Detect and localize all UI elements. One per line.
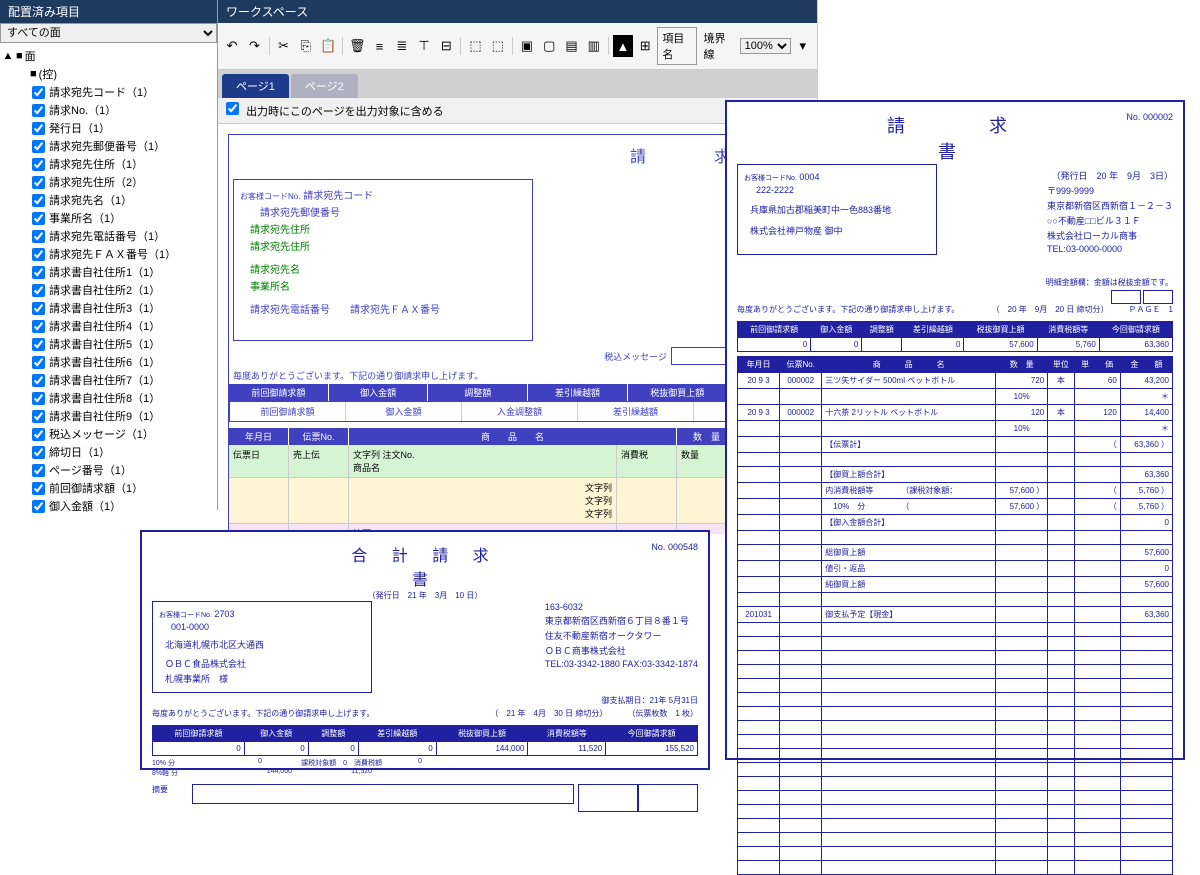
item-checkbox[interactable] <box>32 266 45 279</box>
face-dropdown[interactable]: すべての面 <box>0 23 217 43</box>
tree-item[interactable]: 請求書自社住所2（1） <box>2 281 215 299</box>
item-checkbox[interactable] <box>32 86 45 99</box>
item-checkbox[interactable] <box>32 122 45 135</box>
item-checkbox[interactable] <box>32 176 45 189</box>
item-checkbox[interactable] <box>32 464 45 477</box>
item-checkbox[interactable] <box>32 428 45 441</box>
item-checkbox[interactable] <box>32 320 45 333</box>
collapse-icon[interactable]: ▲ <box>2 50 14 62</box>
page-tabs: ページ1 ページ2 <box>218 70 817 98</box>
tree-item[interactable]: 請求書自社住所9（1） <box>2 407 215 425</box>
paste-icon[interactable]: 📋 <box>318 35 338 57</box>
detail-table: 年月日伝票No.商 品 名数 量単位単 価金 額 20 9 3000002三ツ矢… <box>737 356 1173 875</box>
item-name-toggle[interactable]: 項目名 <box>657 27 697 65</box>
tree-root[interactable]: ▲ ■ 面 <box>2 47 215 65</box>
zoom-select[interactable]: 100% <box>740 38 791 54</box>
grid-icon[interactable]: ⊞ <box>635 35 655 57</box>
workspace-title: ワークスペース <box>218 0 817 23</box>
placed-items-panel: 配置済み項目 すべての面 ▲ ■ 面 ■(控) 請求宛先コード（1）請求No.（… <box>0 0 218 510</box>
tree-item[interactable]: 請求宛先名（1） <box>2 191 215 209</box>
chevron-down-icon[interactable]: ▾ <box>793 35 813 57</box>
item-checkbox[interactable] <box>32 356 45 369</box>
distribute-icon[interactable]: ⊟ <box>436 35 456 57</box>
tab-page1[interactable]: ページ1 <box>222 74 289 98</box>
invoice-preview-summary: 合 計 請 求 書 （発行日 21 年 3月 10 日） No. 000548 … <box>140 530 710 770</box>
redo-icon[interactable]: ↷ <box>244 35 264 57</box>
include-page-checkbox[interactable] <box>226 102 239 115</box>
item-checkbox[interactable] <box>32 410 45 423</box>
item-checkbox[interactable] <box>32 500 45 513</box>
tree-item[interactable]: 請求書自社住所7（1） <box>2 371 215 389</box>
summary-table: 前回御請求額御入金額調整額差引繰越額税抜御買上額消費税額等今回御請求額 0005… <box>737 321 1173 352</box>
item-checkbox[interactable] <box>32 230 45 243</box>
customer-address: お客様コードNo. 2703 001-0000 北海道札幌市北区大通西 ＯＢＣ食… <box>152 601 372 693</box>
panel-title: 配置済み項目 <box>0 0 217 23</box>
note-box <box>192 784 574 804</box>
tree-item[interactable]: 請求書自社住所4（1） <box>2 317 215 335</box>
item-checkbox[interactable] <box>32 338 45 351</box>
item-checkbox[interactable] <box>32 392 45 405</box>
tree-item[interactable]: 請求宛先コード（1） <box>2 83 215 101</box>
item-checkbox[interactable] <box>32 284 45 297</box>
tree-item[interactable]: 請求書自社住所5（1） <box>2 335 215 353</box>
tree-item[interactable]: 請求宛先ＦＡＸ番号（1） <box>2 245 215 263</box>
border-label: 境界線 <box>699 30 737 62</box>
tree-item[interactable]: 請求書自社住所6（1） <box>2 353 215 371</box>
tree-item[interactable]: 発行日（1） <box>2 119 215 137</box>
toolbar: ↶ ↷ ✂ ⎘ 📋 🗑 ≡ ≣ ⊤ ⊟ ⬚ ⬚ ▣ ▢ ▤ ▥ ▲ ⊞ 項目名 … <box>218 23 817 70</box>
item-tree: ▲ ■ 面 ■(控) 請求宛先コード（1）請求No.（1）発行日（1）請求宛先郵… <box>0 43 217 513</box>
copy-icon[interactable]: ⎘ <box>296 35 316 57</box>
cut-icon[interactable]: ✂ <box>273 35 293 57</box>
item-checkbox[interactable] <box>32 140 45 153</box>
item-checkbox[interactable] <box>32 446 45 459</box>
align-left-icon[interactable]: ≡ <box>369 35 389 57</box>
sender-address: 163-6032 東京都新宿区西新宿６丁目８番１号 住友不動産新宿オークタワー … <box>545 601 698 693</box>
tree-item[interactable]: 請求書自社住所3（1） <box>2 299 215 317</box>
tree-item[interactable]: 事業所名（1） <box>2 209 215 227</box>
width-icon[interactable]: ⬚ <box>465 35 485 57</box>
item-checkbox[interactable] <box>32 302 45 315</box>
tree-item[interactable]: 御入金額（1） <box>2 497 215 513</box>
forward-icon[interactable]: ▤ <box>561 35 581 57</box>
height-icon[interactable]: ⬚ <box>488 35 508 57</box>
tree-item[interactable]: 締切日（1） <box>2 443 215 461</box>
delete-icon[interactable]: 🗑 <box>347 35 367 57</box>
item-checkbox[interactable] <box>32 482 45 495</box>
item-checkbox[interactable] <box>32 104 45 117</box>
item-checkbox[interactable] <box>32 374 45 387</box>
tree-item[interactable]: 税込メッセージ（1） <box>2 425 215 443</box>
align-top-icon[interactable]: ⊤ <box>414 35 434 57</box>
tree-item[interactable]: 請求宛先電話番号（1） <box>2 227 215 245</box>
tree-item[interactable]: 請求書自社住所1（1） <box>2 263 215 281</box>
customer-address: お客様コードNo. 0004 222-2222 兵庫県加古郡稲美町中一色883番… <box>737 164 937 255</box>
tree-sub: ■(控) <box>2 65 215 83</box>
undo-icon[interactable]: ↶ <box>222 35 242 57</box>
align-center-icon[interactable]: ≣ <box>392 35 412 57</box>
backward-icon[interactable]: ▥ <box>584 35 604 57</box>
address-box[interactable]: お客様コードNo. 請求宛先コード 請求宛先郵便番号 請求宛先住所 請求宛先住所… <box>233 179 533 341</box>
front-icon[interactable]: ▣ <box>517 35 537 57</box>
image-icon[interactable]: ▲ <box>613 35 633 57</box>
invoice-preview-detail: 請 求 書 No. 000002 お客様コードNo. 0004 222-2222… <box>725 100 1185 760</box>
item-checkbox[interactable] <box>32 248 45 261</box>
tree-item[interactable]: 請求宛先住所（2） <box>2 173 215 191</box>
tree-item[interactable]: 請求宛先郵便番号（1） <box>2 137 215 155</box>
summary-table: 前回御請求額御入金額調整額差引繰越額税抜御買上額消費税額等今回御請求額 0000… <box>152 725 698 756</box>
item-checkbox[interactable] <box>32 194 45 207</box>
tree-item[interactable]: 請求宛先住所（1） <box>2 155 215 173</box>
sender-address: （発行日 20 年 9月 3日） 〒999-9999 東京都新宿区西新宿１－２－… <box>1047 164 1173 255</box>
tree-item[interactable]: 請求書自社住所8（1） <box>2 389 215 407</box>
item-checkbox[interactable] <box>32 212 45 225</box>
tree-item[interactable]: 請求No.（1） <box>2 101 215 119</box>
item-checkbox[interactable] <box>32 158 45 171</box>
tab-page2[interactable]: ページ2 <box>291 74 358 98</box>
tree-item[interactable]: ページ番号（1） <box>2 461 215 479</box>
tree-item[interactable]: 前回御請求額（1） <box>2 479 215 497</box>
back-icon[interactable]: ▢ <box>539 35 559 57</box>
